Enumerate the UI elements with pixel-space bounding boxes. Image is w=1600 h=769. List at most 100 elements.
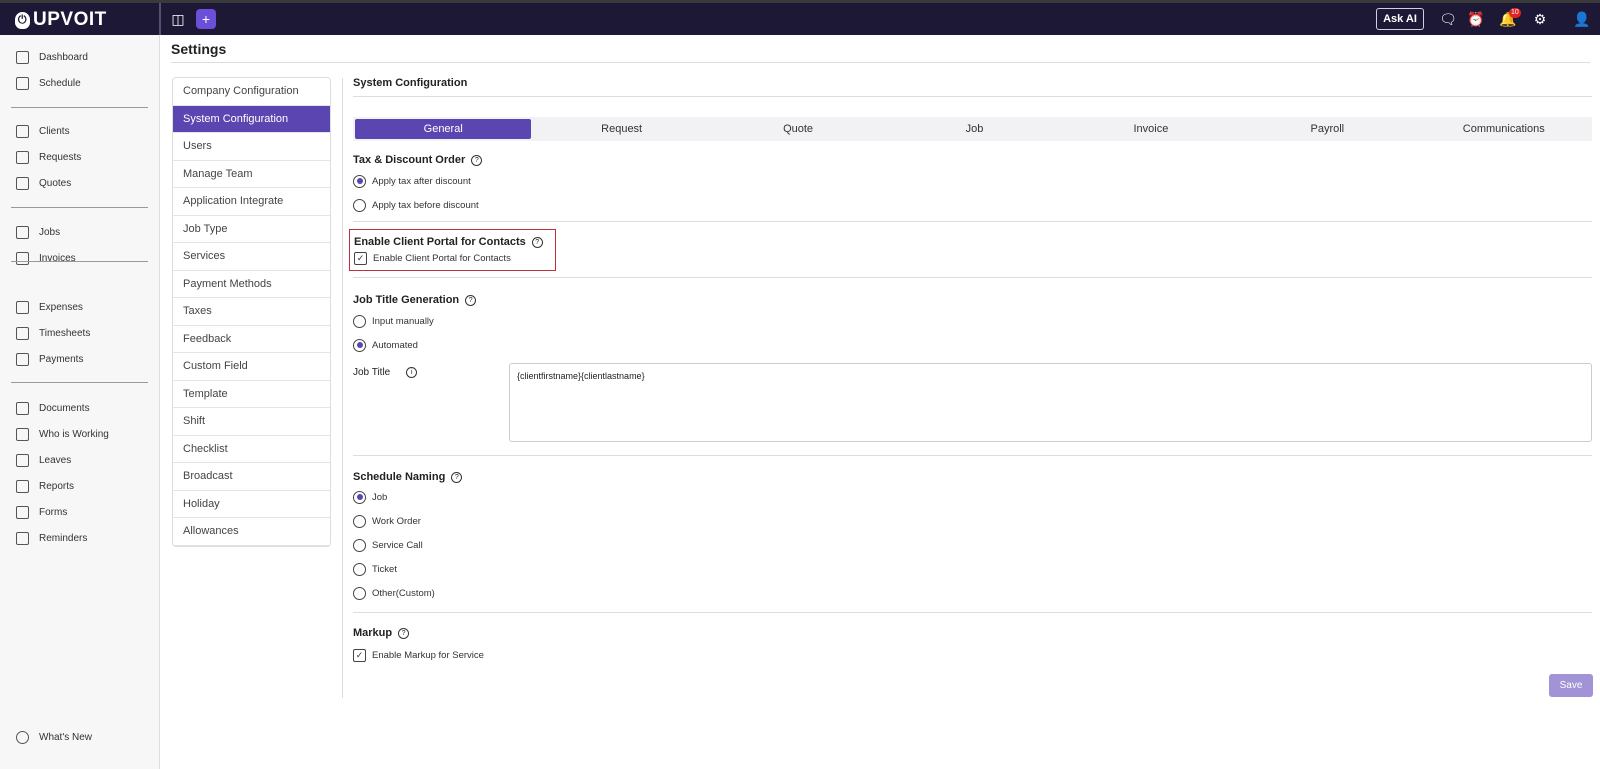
divider bbox=[342, 78, 343, 698]
checkbox[interactable]: ✓ bbox=[353, 648, 366, 662]
radio-option[interactable]: Other(Custom) bbox=[353, 581, 1592, 605]
radio-option[interactable]: Job bbox=[353, 485, 1592, 509]
ask-ai-button[interactable]: Ask AI bbox=[1376, 8, 1424, 30]
divider bbox=[353, 221, 1592, 222]
help-icon[interactable]: ? bbox=[451, 471, 463, 483]
sidebar-item-schedule[interactable]: Schedule bbox=[16, 77, 81, 90]
settings-menu-item[interactable]: Custom Field bbox=[173, 353, 330, 381]
job-title-field-row: Job Title i {clientfirstname}{clientlastn… bbox=[353, 363, 1592, 442]
radio-option[interactable]: Work Order bbox=[353, 509, 1592, 533]
radio-button[interactable] bbox=[353, 174, 366, 188]
sidebar-toggle-icon[interactable]: ◫ bbox=[168, 9, 188, 29]
help-icon[interactable]: ? bbox=[471, 154, 483, 166]
whats-new-link[interactable]: What's New bbox=[16, 731, 92, 744]
radio-button[interactable] bbox=[353, 538, 366, 552]
sidebar-item-documents[interactable]: Documents bbox=[16, 402, 90, 415]
tab-job[interactable]: Job bbox=[886, 117, 1062, 141]
portal-checkbox-row[interactable]: ✓ Enable Client Portal for Contacts bbox=[354, 248, 551, 268]
radio-button[interactable] bbox=[353, 338, 366, 352]
radio-button[interactable] bbox=[353, 314, 366, 328]
divider bbox=[11, 207, 148, 208]
settings-menu-item[interactable]: Checklist bbox=[173, 436, 330, 463]
settings-menu-item[interactable]: Broadcast bbox=[173, 463, 330, 491]
help-icon[interactable]: ? bbox=[398, 627, 410, 639]
settings-menu-item[interactable]: Payment Methods bbox=[173, 271, 330, 298]
sidebar-item-leaves[interactable]: Leaves bbox=[16, 454, 71, 467]
radio-label: Apply tax before discount bbox=[372, 199, 479, 211]
sparkle-icon bbox=[16, 731, 29, 744]
radio-button[interactable] bbox=[353, 562, 366, 576]
sidebar-item-requests[interactable]: Requests bbox=[16, 151, 81, 164]
divider bbox=[353, 612, 1592, 613]
settings-menu-item[interactable]: Manage Team bbox=[173, 161, 330, 188]
divider bbox=[171, 62, 1590, 63]
chat-icon[interactable]: 🗨 bbox=[1438, 9, 1458, 29]
divider bbox=[11, 261, 148, 262]
sidebar-item-reminders[interactable]: Reminders bbox=[16, 532, 87, 545]
sidebar-item-forms[interactable]: Forms bbox=[16, 506, 67, 519]
settings-menu-item[interactable]: Application Integrate bbox=[173, 188, 330, 216]
radio-button[interactable] bbox=[353, 586, 366, 600]
markup-title: Markup bbox=[353, 627, 393, 639]
tax-title: Tax & Discount Order bbox=[353, 154, 466, 166]
info-icon[interactable]: i bbox=[406, 367, 418, 378]
settings-menu-item[interactable]: Template bbox=[173, 381, 330, 408]
gear-icon[interactable]: ⚙ bbox=[1530, 9, 1550, 29]
tab-general[interactable]: General bbox=[355, 119, 532, 139]
settings-menu-item[interactable]: Shift bbox=[173, 408, 330, 436]
radio-label: Job bbox=[372, 491, 388, 503]
tab-quote[interactable]: Quote bbox=[710, 117, 886, 141]
radio-option[interactable]: Ticket bbox=[353, 557, 1592, 581]
settings-menu-item[interactable]: System Configuration bbox=[173, 105, 330, 133]
sidebar-item-dashboard[interactable]: Dashboard bbox=[16, 51, 88, 64]
radio-button[interactable] bbox=[353, 514, 366, 528]
sidebar-item-payments[interactable]: Payments bbox=[16, 353, 83, 366]
sidebar-item-who-is-working[interactable]: Who is Working bbox=[16, 428, 109, 441]
sidebar-item-expenses[interactable]: Expenses bbox=[16, 301, 83, 314]
sidebar-item-quotes[interactable]: Quotes bbox=[16, 177, 71, 190]
nav-label: Invoices bbox=[39, 253, 76, 264]
sidebar-item-reports[interactable]: Reports bbox=[16, 480, 74, 493]
nav-icon bbox=[16, 151, 29, 164]
settings-menu-item[interactable]: Users bbox=[173, 133, 330, 161]
radio-option[interactable]: Apply tax before discount bbox=[353, 193, 1592, 217]
settings-menu-item[interactable]: Job Type bbox=[173, 216, 330, 243]
sidebar-item-invoices[interactable]: Invoices bbox=[16, 252, 76, 265]
tab-request[interactable]: Request bbox=[533, 117, 709, 141]
tab-invoice[interactable]: Invoice bbox=[1063, 117, 1239, 141]
settings-menu-item[interactable]: Company Configuration bbox=[173, 78, 330, 106]
radio-option[interactable]: Automated bbox=[353, 333, 1592, 357]
help-icon[interactable]: ? bbox=[465, 294, 477, 306]
settings-menu-item[interactable]: Taxes bbox=[173, 298, 330, 326]
logo[interactable]: ⏻ UPVOIT bbox=[15, 9, 107, 31]
alarm-icon[interactable]: ⏰ bbox=[1466, 9, 1486, 29]
sidebar-item-clients[interactable]: Clients bbox=[16, 125, 70, 138]
checkbox[interactable]: ✓ bbox=[354, 251, 367, 265]
help-icon[interactable]: ? bbox=[531, 236, 543, 248]
tab-payroll[interactable]: Payroll bbox=[1239, 117, 1415, 141]
save-button[interactable]: Save bbox=[1549, 674, 1593, 697]
user-icon[interactable]: 👤 bbox=[1572, 9, 1592, 29]
radio-option[interactable]: Input manually bbox=[353, 309, 1592, 333]
job-title-input[interactable]: {clientfirstname}{clientlastname} bbox=[509, 363, 1592, 442]
sidebar-item-timesheets[interactable]: Timesheets bbox=[16, 327, 90, 340]
tab-communications[interactable]: Communications bbox=[1416, 117, 1592, 141]
radio-option[interactable]: Service Call bbox=[353, 533, 1592, 557]
radio-button[interactable] bbox=[353, 490, 366, 504]
sidebar-item-jobs[interactable]: Jobs bbox=[16, 226, 60, 239]
radio-label: Automated bbox=[372, 339, 418, 351]
settings-menu-item[interactable]: Feedback bbox=[173, 326, 330, 353]
add-button[interactable]: + bbox=[196, 9, 216, 29]
logo-icon: ⏻ bbox=[15, 11, 30, 29]
nav-label: Payments bbox=[39, 354, 84, 365]
schedule-title: Schedule Naming bbox=[353, 471, 446, 483]
nav-label: Quotes bbox=[39, 178, 72, 189]
settings-menu-item[interactable]: Allowances bbox=[173, 518, 330, 546]
radio-option[interactable]: Apply tax after discount bbox=[353, 169, 1592, 193]
settings-menu-item[interactable]: Services bbox=[173, 243, 330, 271]
nav-icon bbox=[16, 327, 29, 340]
settings-menu-item[interactable]: Holiday bbox=[173, 491, 330, 518]
sidebar: Dashboard Schedule Clients Requests Quotes Jo… bbox=[0, 35, 160, 769]
markup-checkbox-row[interactable]: ✓ Enable Markup for Service bbox=[353, 643, 1592, 667]
radio-button[interactable] bbox=[353, 198, 366, 212]
